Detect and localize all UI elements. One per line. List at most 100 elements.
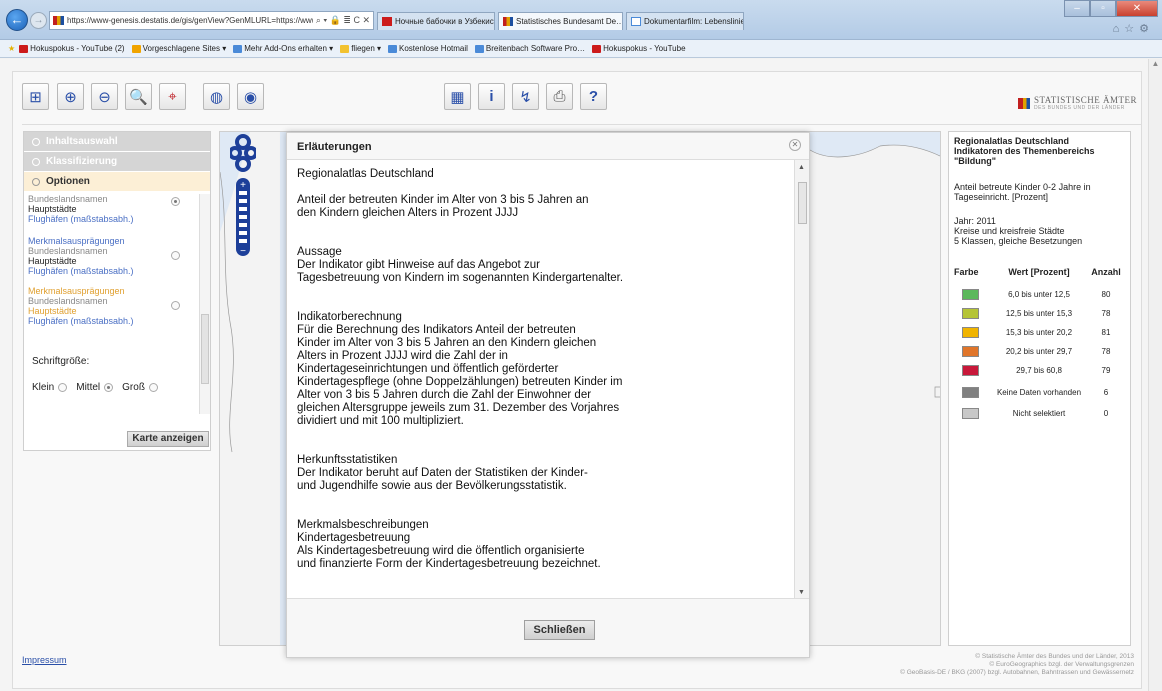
bullet-icon [32, 157, 40, 166]
scroll-down-icon[interactable]: ▼ [798, 589, 805, 596]
legend-row: Nicht selektiert 0 [954, 404, 1128, 423]
favorite-label: Mehr Add-Ons erhalten ▾ [244, 44, 334, 53]
options-panel: Inhaltsauswahl Klassifizierung Optionen … [23, 131, 211, 451]
chart-tool-icon[interactable]: ↯ [512, 83, 539, 110]
legend-header-row: Farbe Wert [Prozent] Anzahl [954, 267, 1128, 277]
full-extent-tool-icon[interactable]: ⌖ [159, 83, 186, 110]
favorite-item[interactable]: Kostenlose Hotmail [388, 44, 468, 53]
legend-table: Farbe Wert [Prozent] Anzahl 6,0 bis unte… [954, 267, 1128, 423]
globe-tool-icon[interactable]: ◍ [203, 83, 230, 110]
zoom-area-tool-icon[interactable]: 🔍 [125, 83, 152, 110]
page-scrollbar[interactable]: ▲ [1148, 59, 1162, 691]
scroll-up-icon[interactable]: ▲ [1149, 59, 1162, 68]
address-url[interactable]: https://www-genesis.destatis.de/gis/genV… [67, 16, 313, 25]
youtube-icon [382, 17, 392, 26]
dialog-text-line: dividiert und mit 100 multipliziert. [297, 415, 464, 427]
favorite-item[interactable]: Hokuspokus - YouTube [592, 44, 686, 53]
tab-label: Ночные бабочки в Узбекиста… [395, 17, 494, 26]
section-label: Inhaltsauswahl [46, 136, 118, 147]
dialog-text-line: Kinder im Alter von 3 bis 5 Jahren an de… [297, 337, 597, 349]
minimize-icon[interactable]: – [1064, 0, 1090, 17]
home-icon[interactable]: ⌂ [1113, 23, 1125, 35]
dialog-close-icon[interactable]: ✕ [789, 139, 801, 151]
favorites-bar: ★ Hokuspokus - YouTube (2) Vorgeschlagen… [0, 40, 1162, 58]
font-size-label: Schriftgröße: [32, 356, 90, 367]
section-optionen[interactable]: Optionen [24, 172, 210, 192]
legend-value: 29,7 bis 60,8 [1016, 366, 1062, 375]
addons-icon [233, 44, 243, 53]
favorite-item[interactable]: Vorgeschlagene Sites ▾ [131, 44, 227, 53]
dialog-text-line: Kindertagespflege (ohne Doppelzählungen)… [297, 376, 623, 388]
info-globe-tool-icon[interactable]: ◉ [237, 83, 264, 110]
svg-text:+: + [240, 180, 246, 191]
favorites-star-icon[interactable]: ★ [8, 44, 15, 53]
scrollbar-thumb[interactable] [798, 182, 807, 224]
label-option[interactable]: Merkmalsausprägungen Bundeslandsnamen Ha… [28, 286, 196, 326]
legend-row: 15,3 bis unter 20,2 81 [954, 323, 1128, 342]
option-line: Hauptstädte [28, 204, 77, 214]
options-scrollbar[interactable] [199, 194, 210, 414]
impressum-link[interactable]: Impressum [22, 655, 67, 665]
favorite-item[interactable]: Breitenbach Software Pro… [474, 44, 585, 53]
dialog-text-line: Kindertageseinrichtungen und öffentlich … [297, 363, 559, 375]
favorite-item[interactable]: Mehr Add-Ons erhalten ▾ [233, 44, 333, 53]
browser-right-icons: ⌂☆⚙ [1113, 22, 1154, 35]
option-radio[interactable] [171, 251, 180, 260]
back-button[interactable]: ← [6, 9, 28, 31]
font-size-klein-radio[interactable] [58, 383, 68, 392]
legend-position-tool-icon[interactable]: ⊞ [22, 83, 49, 110]
print-tool-icon[interactable]: ⎙ [546, 83, 573, 110]
show-map-button[interactable]: Karte anzeigen [127, 431, 209, 447]
dialog-scrollbar[interactable]: ▲ ▼ [794, 160, 809, 598]
favorite-label: Kostenlose Hotmail [399, 44, 468, 53]
legend-indicator: Anteil betreute Kinder 0-2 Jahre in Tage… [954, 182, 1126, 202]
option-radio[interactable] [171, 197, 180, 206]
section-label: Klassifizierung [46, 156, 118, 167]
option-radio[interactable] [171, 301, 180, 310]
dialog-text-line: gleichen Altersgruppe jeweils zum 31. De… [297, 402, 620, 414]
legend-title-line: "Bildung" [954, 156, 997, 166]
legend-title-line: Indikatoren des Themenbereichs [954, 146, 1095, 156]
close-dialog-button[interactable]: Schließen [524, 620, 595, 640]
section-inhaltsauswahl[interactable]: Inhaltsauswahl [24, 132, 210, 152]
browser-tab-active[interactable]: Statistisches Bundesamt De… ✕ [498, 12, 623, 30]
legend-count: 81 [1101, 328, 1111, 337]
browser-tab[interactable]: Ночные бабочки в Узбекиста… [377, 12, 495, 30]
scroll-up-icon[interactable]: ▲ [798, 164, 805, 171]
maximize-icon[interactable]: ▫ [1090, 0, 1116, 17]
legend-indicator-line: Tageseinricht. [Prozent] [954, 192, 1049, 202]
table-tool-icon[interactable]: ▦ [444, 83, 471, 110]
favorite-label: Vorgeschlagene Sites ▾ [142, 44, 227, 53]
favorite-item[interactable]: Hokuspokus - YouTube (2) [19, 44, 125, 53]
close-window-icon[interactable]: ✕ [1116, 0, 1158, 17]
legend-count: 6 [1103, 387, 1109, 397]
forward-button[interactable]: → [30, 12, 47, 29]
dialog-blank-line [297, 298, 777, 311]
star-icon[interactable]: ☆ [1124, 23, 1139, 35]
legend-row: 29,7 bis 60,8 79 [954, 361, 1128, 380]
label-option[interactable]: Merkmalsausprägungen Bundeslandsnamen Ha… [28, 236, 196, 276]
address-controls[interactable]: ⌕ ▾ 🔒 ≣ C ✕ [313, 15, 373, 26]
address-bar[interactable]: https://www-genesis.destatis.de/gis/genV… [49, 11, 374, 30]
scrollbar-thumb[interactable] [201, 314, 209, 384]
dialog-blank-line [297, 181, 777, 194]
map-navigation-control[interactable]: + − [228, 133, 258, 263]
zoom-out-tool-icon[interactable]: ⊖ [91, 83, 118, 110]
font-size-mittel-radio[interactable] [104, 383, 114, 392]
browser-tab[interactable]: Dokumentarfilm: Lebenslinien … [626, 12, 744, 30]
dialog-text-line: und finanzierte Form der Kindertagesbetr… [297, 558, 601, 570]
legend-row: Keine Daten vorhanden 6 [954, 380, 1128, 404]
gear-icon[interactable]: ⚙ [1139, 23, 1154, 35]
section-klassifizierung[interactable]: Klassifizierung [24, 152, 210, 172]
legend-value: 12,5 bis unter 15,3 [1005, 309, 1073, 318]
help-tool-icon[interactable]: ? [580, 83, 607, 110]
pan-zoom-icon[interactable]: + − [228, 133, 258, 263]
dialog-text-line: den Kindern gleichen Alters in Prozent J… [297, 207, 519, 219]
favorite-item[interactable]: fliegen ▾ [340, 44, 381, 53]
info-tool-icon[interactable]: i [478, 83, 505, 110]
label-option[interactable]: Bundeslandsnamen Hauptstädte Flughäfen (… [28, 194, 196, 224]
window-controls: – ▫ ✕ [1064, 0, 1158, 17]
dialog-text-line: Kindertagesbetreuung [297, 532, 411, 544]
font-size-gross-radio[interactable] [148, 383, 158, 392]
zoom-in-tool-icon[interactable]: ⊕ [57, 83, 84, 110]
